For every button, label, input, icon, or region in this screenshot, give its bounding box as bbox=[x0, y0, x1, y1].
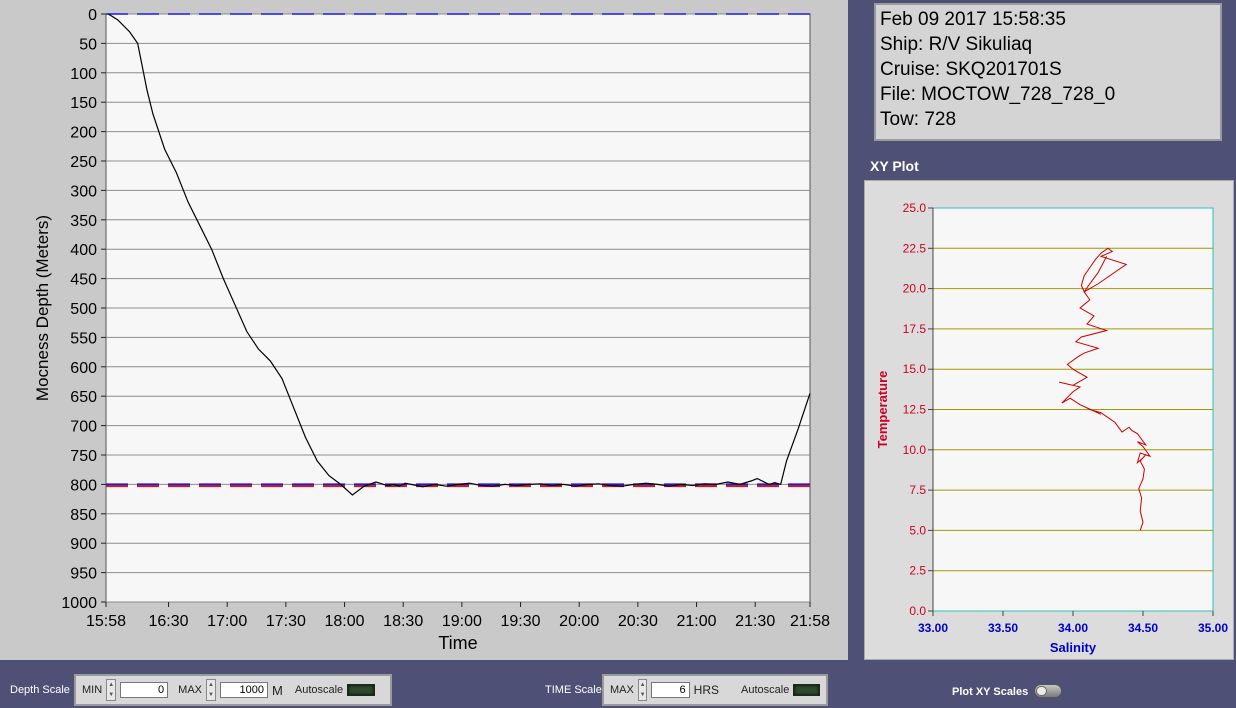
spin-up-icon: ▲ bbox=[108, 682, 115, 688]
depth-tick-label: 300 bbox=[70, 183, 97, 200]
time-tick-label: 17:30 bbox=[266, 613, 306, 630]
xy-y-tick-label: 22.5 bbox=[903, 241, 927, 255]
xy-x-tick-label: 35.00 bbox=[1198, 621, 1228, 635]
plot-xy-scales-label: Plot XY Scales bbox=[952, 686, 1029, 698]
depth-tick-label: 800 bbox=[70, 477, 97, 494]
time-max-input[interactable]: 6 bbox=[651, 682, 690, 698]
time-tick-label: 18:30 bbox=[383, 613, 423, 630]
time-tick-label: 19:00 bbox=[442, 613, 482, 630]
time-tick-label: 21:00 bbox=[677, 613, 717, 630]
xy-y-tick-label: 15.0 bbox=[903, 362, 927, 376]
toggle-knob bbox=[1036, 686, 1047, 696]
xy-x-tick-label: 34.00 bbox=[1058, 621, 1088, 635]
depth-min-label: MIN bbox=[82, 684, 103, 696]
xy-y-tick-label: 0.0 bbox=[909, 604, 926, 618]
depth-tick-label: 950 bbox=[70, 566, 97, 583]
depth-max-label: MAX bbox=[178, 684, 203, 696]
depth-tick-label: 650 bbox=[70, 389, 97, 406]
depth-tick-label: 1000 bbox=[61, 595, 97, 612]
xy-y-tick-label: 7.5 bbox=[909, 483, 926, 497]
xy-y-tick-label: 5.0 bbox=[909, 523, 926, 537]
xy-x-tick-label: 34.50 bbox=[1128, 621, 1158, 635]
depth-tick-label: 600 bbox=[70, 360, 97, 377]
depth-tick-label: 100 bbox=[70, 66, 97, 83]
info-ship: Ship: R/V Sikuliaq bbox=[880, 34, 1033, 55]
time-autoscale-toggle[interactable] bbox=[793, 684, 820, 696]
depth-tick-label: 0 bbox=[88, 7, 97, 24]
depth-tick-label: 150 bbox=[70, 95, 97, 112]
time-autoscale-label: Autoscale bbox=[741, 684, 790, 696]
depth-tick-label: 550 bbox=[70, 330, 97, 347]
time-tick-label: 15:58 bbox=[86, 613, 126, 630]
depth-scale-controls: MIN ▲ ▼ 0 MAX ▲ ▼ 1000 M Autoscale bbox=[74, 674, 392, 706]
xy-y-tick-label: 10.0 bbox=[903, 443, 927, 457]
depth-max-input[interactable]: 1000 bbox=[220, 682, 269, 698]
time-tick-label: 19:30 bbox=[501, 613, 541, 630]
spin-up-icon: ▲ bbox=[639, 682, 646, 688]
time-tick-label: 18:00 bbox=[325, 613, 365, 630]
time-tick-label: 21:58 bbox=[790, 613, 830, 630]
salinity-temperature-chart: 0.0 2.5 5.0 7.5 10.0 12.5 15.0 17.5 20.0 22.5 25.0… bbox=[875, 201, 1228, 655]
depth-tick-label: 900 bbox=[70, 536, 97, 553]
time-tick-label: 16:30 bbox=[149, 613, 189, 630]
depth-time-chart: 0 50 100 150 200 250 300 350 400 450 500 550 600 650 7… bbox=[33, 7, 830, 653]
depth-unit-label: M bbox=[272, 682, 283, 698]
depth-tick-label: 250 bbox=[70, 154, 97, 171]
depth-tick-label: 450 bbox=[70, 272, 97, 289]
depth-tick-label: 350 bbox=[70, 213, 97, 230]
time-scale-label: TIME Scale bbox=[545, 684, 602, 696]
xy-plot-title: XY Plot bbox=[870, 158, 919, 174]
time-tick-label: 20:00 bbox=[559, 613, 599, 630]
depth-tick-label: 200 bbox=[70, 125, 97, 142]
spin-down-icon: ▼ bbox=[108, 692, 115, 698]
depth-tick-label: 850 bbox=[70, 507, 97, 524]
xy-y-axis-label: Temperature bbox=[875, 371, 890, 449]
depth-tick-label: 700 bbox=[70, 419, 97, 436]
info-cruise: Cruise: SKQ201701S bbox=[880, 59, 1062, 80]
xy-y-tick-label: 20.0 bbox=[903, 282, 927, 296]
depth-tick-label: 750 bbox=[70, 448, 97, 465]
depth-min-input[interactable]: 0 bbox=[120, 682, 169, 698]
spin-down-icon: ▼ bbox=[639, 692, 646, 698]
x-axis-label: Time bbox=[438, 633, 477, 653]
xy-y-tick-label: 25.0 bbox=[903, 201, 927, 215]
xy-y-tick-label: 17.5 bbox=[903, 322, 927, 336]
time-scale-controls: MAX ▲ ▼ 6 HRS Autoscale bbox=[602, 674, 828, 706]
xy-x-tick-label: 33.50 bbox=[988, 621, 1018, 635]
spin-up-icon: ▲ bbox=[208, 682, 214, 688]
info-datetime: Feb 09 2017 15:58:35 bbox=[880, 9, 1066, 30]
xy-plot-panel: 0.0 2.5 5.0 7.5 10.0 12.5 15.0 17.5 20.0 22.5 25.0… bbox=[864, 180, 1234, 660]
depth-scale-label: Depth Scale bbox=[10, 684, 70, 696]
depth-min-spinner[interactable]: ▲ ▼ bbox=[106, 679, 117, 701]
y-axis-label: Mocness Depth (Meters) bbox=[33, 215, 52, 401]
xy-y-tick-label: 2.5 bbox=[909, 564, 926, 578]
depth-tick-label: 500 bbox=[70, 301, 97, 318]
info-file: File: MOCTOW_728_728_0 bbox=[880, 84, 1116, 105]
depth-autoscale-toggle[interactable] bbox=[347, 684, 376, 696]
depth-autoscale-label: Autoscale bbox=[294, 684, 344, 696]
xy-y-tick-label: 12.5 bbox=[903, 403, 927, 417]
depth-tick-label: 50 bbox=[79, 36, 97, 53]
xy-x-axis-label: Salinity bbox=[1050, 640, 1097, 655]
depth-chart-panel: 0 50 100 150 200 250 300 350 400 450 500 550 600 650 7… bbox=[0, 0, 848, 660]
depth-max-spinner[interactable]: ▲ ▼ bbox=[206, 679, 217, 701]
plot-xy-scales-toggle[interactable] bbox=[1034, 684, 1062, 698]
spin-down-icon: ▼ bbox=[208, 692, 214, 698]
depth-tick-label: 400 bbox=[70, 242, 97, 259]
xy-x-tick-label: 33.00 bbox=[918, 621, 948, 635]
time-max-label: MAX bbox=[610, 684, 634, 696]
cruise-info-box: Feb 09 2017 15:58:35 Ship: R/V Sikuliaq … bbox=[874, 3, 1222, 141]
time-tick-label: 17:00 bbox=[207, 613, 247, 630]
time-tick-label: 21:30 bbox=[735, 613, 775, 630]
time-tick-label: 20:30 bbox=[618, 613, 658, 630]
time-max-spinner[interactable]: ▲ ▼ bbox=[637, 679, 648, 701]
info-tow: Tow: 728 bbox=[880, 109, 957, 130]
time-unit-label: HRS bbox=[693, 683, 719, 697]
